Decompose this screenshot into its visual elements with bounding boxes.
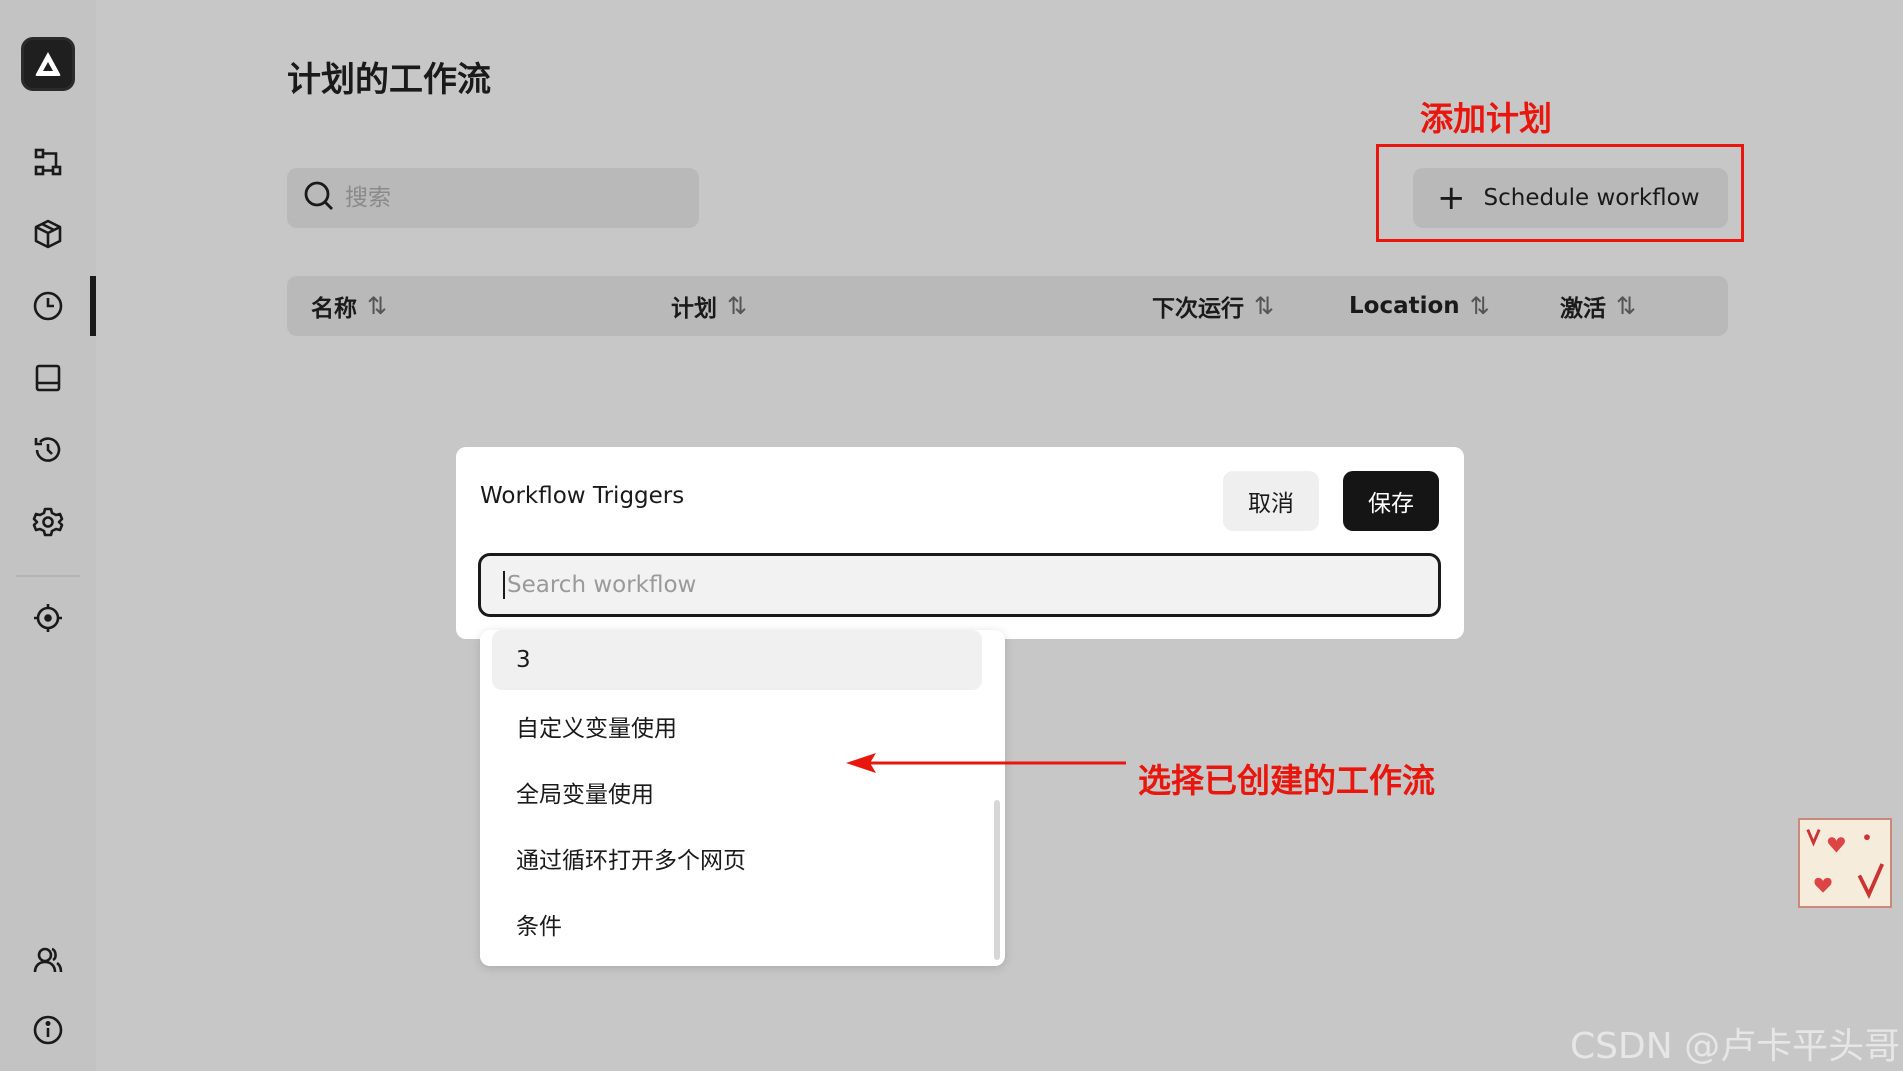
table-header: 名称 ⇅ 计划 ⇅ 下次运行 ⇅ Location ⇅ 激活 ⇅ bbox=[287, 276, 1728, 336]
gear-icon[interactable] bbox=[28, 502, 68, 542]
text-caret bbox=[503, 571, 505, 599]
modal-title: Workflow Triggers bbox=[480, 483, 685, 509]
app-logo-icon[interactable] bbox=[21, 37, 75, 91]
users-icon[interactable] bbox=[28, 940, 68, 980]
dropdown-option[interactable]: 通过循环打开多个网页 bbox=[492, 828, 982, 888]
column-header-location[interactable]: Location ⇅ bbox=[1349, 276, 1490, 336]
sidebar bbox=[0, 0, 96, 1071]
sort-icon: ⇅ bbox=[727, 292, 748, 320]
sidebar-divider bbox=[16, 575, 80, 577]
package-icon[interactable] bbox=[28, 214, 68, 254]
column-label: 名称 bbox=[311, 296, 357, 322]
sort-icon: ⇅ bbox=[367, 292, 388, 320]
annotation-select-workflow: 选择已创建的工作流 bbox=[1138, 761, 1435, 800]
workflow-dropdown: 3 自定义变量使用 全局变量使用 通过循环打开多个网页 条件 bbox=[480, 630, 1005, 966]
clock-icon[interactable] bbox=[28, 286, 68, 326]
schedule-workflow-label: Schedule workflow bbox=[1483, 185, 1700, 211]
workflow-icon[interactable] bbox=[28, 142, 68, 182]
sort-icon: ⇅ bbox=[1616, 292, 1637, 320]
cancel-button[interactable]: 取消 bbox=[1223, 471, 1319, 531]
history-icon[interactable] bbox=[28, 430, 68, 470]
save-button[interactable]: 保存 bbox=[1343, 471, 1439, 531]
search-input[interactable] bbox=[345, 185, 675, 211]
sort-icon: ⇅ bbox=[1469, 292, 1490, 320]
column-label: Location bbox=[1349, 293, 1460, 319]
column-header-active[interactable]: 激活 ⇅ bbox=[1560, 276, 1636, 336]
plus-icon: + bbox=[1437, 178, 1466, 218]
schedule-search-box[interactable] bbox=[287, 168, 699, 228]
dropdown-scrollbar[interactable] bbox=[994, 800, 1000, 960]
storage-icon[interactable] bbox=[28, 358, 68, 398]
dropdown-option[interactable]: 自定义变量使用 bbox=[492, 696, 982, 756]
active-indicator bbox=[90, 276, 96, 336]
watermark: CSDN @卢卡平头哥 bbox=[1570, 1026, 1901, 1067]
schedule-workflow-button[interactable]: + Schedule workflow bbox=[1413, 168, 1728, 228]
dropdown-option[interactable]: 3 bbox=[492, 630, 982, 690]
annotation-arrow-icon bbox=[846, 753, 1126, 773]
sticker-image bbox=[1798, 818, 1892, 908]
workflow-triggers-modal: Workflow Triggers 取消 保存 bbox=[456, 447, 1464, 639]
column-label: 激活 bbox=[1560, 296, 1606, 322]
annotation-add-plan: 添加计划 bbox=[1420, 99, 1552, 138]
sort-icon: ⇅ bbox=[1254, 292, 1275, 320]
info-icon[interactable] bbox=[28, 1010, 68, 1050]
column-header-next-run[interactable]: 下次运行 ⇅ bbox=[1152, 276, 1274, 336]
search-icon bbox=[303, 180, 335, 216]
column-header-schedule[interactable]: 计划 ⇅ bbox=[671, 276, 747, 336]
workflow-search-input[interactable] bbox=[507, 572, 1407, 598]
column-label: 计划 bbox=[671, 296, 717, 322]
dropdown-option[interactable]: 条件 bbox=[492, 894, 982, 954]
column-header-name[interactable]: 名称 ⇅ bbox=[311, 276, 387, 336]
workflow-search-field[interactable] bbox=[478, 553, 1441, 617]
page-title: 计划的工作流 bbox=[287, 60, 491, 100]
crosshair-icon[interactable] bbox=[28, 598, 68, 638]
column-label: 下次运行 bbox=[1152, 296, 1244, 322]
